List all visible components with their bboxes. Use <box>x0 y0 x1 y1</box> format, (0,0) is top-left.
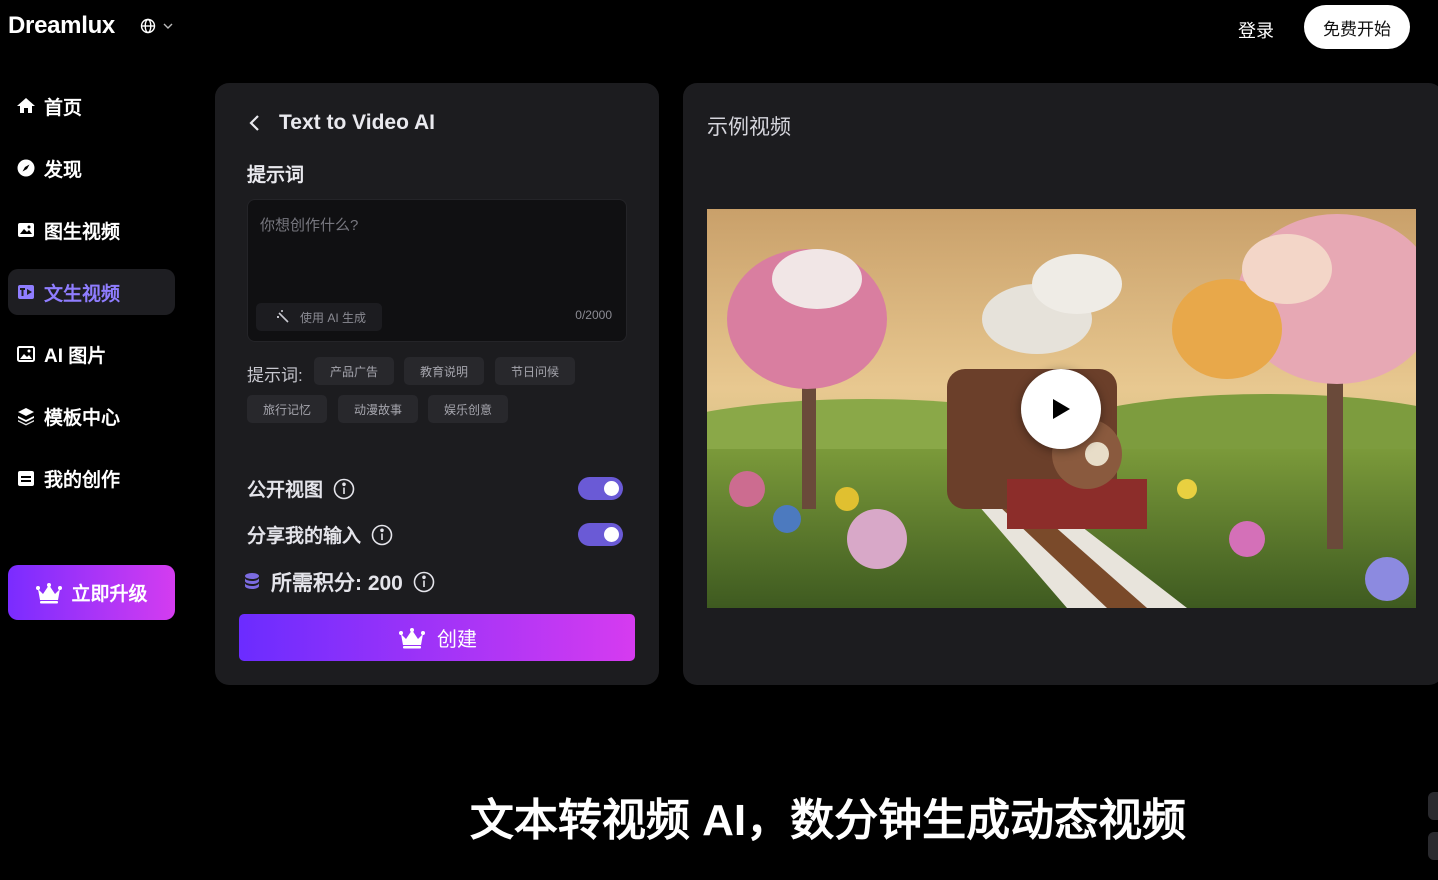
tag-chip[interactable]: 产品广告 <box>314 357 395 385</box>
text-to-video-form: Text to Video AI 提示词 使用 AI 生成 0/2000 提示词… <box>215 83 659 685</box>
example-video-title: 示例视频 <box>707 116 791 139</box>
tag-chip[interactable]: 娱乐创意 <box>428 395 509 423</box>
share-input-row: 分享我的输入 <box>247 521 393 548</box>
tag-chip[interactable]: 动漫故事 <box>338 395 419 423</box>
back-arrow-icon[interactable] <box>247 112 261 134</box>
sidebar-item-text-to-video[interactable]: 文生视频 <box>8 269 175 315</box>
example-video-panel: 示例视频 <box>683 83 1438 685</box>
sidebar-item-label: 首页 <box>44 97 83 119</box>
sidebar-item-label: 图生视频 <box>44 221 121 243</box>
prompt-label: 提示词 <box>247 165 305 186</box>
globe-icon <box>140 18 156 34</box>
credits-row: 所需积分: 200 <box>243 567 435 597</box>
sidebar-item-my-creations[interactable]: 我的创作 <box>8 455 175 501</box>
sidebar-item-home[interactable]: 首页 <box>8 83 175 129</box>
tag-chip[interactable]: 节日问候 <box>495 357 576 385</box>
upgrade-label: 立即升级 <box>71 584 148 605</box>
public-view-toggle[interactable] <box>578 477 623 500</box>
layers-icon <box>18 408 34 426</box>
public-view-label: 公开视图 <box>247 480 324 501</box>
share-input-toggle[interactable] <box>578 523 623 546</box>
sidebar-item-discover[interactable]: 发现 <box>8 145 175 191</box>
text-video-icon <box>18 285 34 299</box>
crown-icon <box>36 582 63 603</box>
home-icon <box>17 98 35 113</box>
ai-generate-button[interactable]: 使用 AI 生成 <box>256 303 383 331</box>
info-icon[interactable] <box>333 478 355 500</box>
chevron-down-icon <box>163 23 173 29</box>
sidebar-item-templates[interactable]: 模板中心 <box>8 393 175 439</box>
start-free-button[interactable]: 免费开始 <box>1304 5 1410 49</box>
share-input-label: 分享我的输入 <box>247 526 362 547</box>
prompt-input[interactable] <box>248 200 626 290</box>
logo[interactable]: Dreamlux <box>8 12 115 40</box>
form-header: Text to Video AI <box>247 111 435 135</box>
info-icon[interactable] <box>413 571 435 593</box>
sidebar-item-label: 模板中心 <box>44 407 121 429</box>
edge-indicator <box>1428 792 1438 820</box>
top-bar: Dreamlux 登录 免费开始 <box>0 0 1438 56</box>
sidebar-item-label: 我的创作 <box>44 469 121 491</box>
sidebar-item-label: AI 图片 <box>44 345 107 367</box>
play-icon <box>1053 399 1070 419</box>
upgrade-button[interactable]: 立即升级 <box>8 565 175 620</box>
sidebar-item-ai-image[interactable]: AI 图片 <box>8 331 175 377</box>
language-selector[interactable] <box>140 18 174 34</box>
tags-label: 提示词: <box>247 366 303 385</box>
info-icon[interactable] <box>371 524 393 546</box>
create-label: 创建 <box>437 629 477 651</box>
sidebar-item-label: 发现 <box>44 159 83 181</box>
coins-icon <box>245 573 259 589</box>
edge-indicator <box>1428 832 1438 860</box>
compass-icon <box>17 159 35 177</box>
public-view-row: 公开视图 <box>247 475 355 502</box>
folder-icon <box>18 471 34 486</box>
page-headline: 文本转视频 AI，数分钟生成动态视频 <box>469 796 1187 845</box>
image-video-icon <box>18 223 34 237</box>
image-icon <box>17 346 35 362</box>
tag-chip[interactable]: 教育说明 <box>404 357 485 385</box>
credits-label: 所需积分: 200 <box>271 572 403 595</box>
ai-generate-label: 使用 AI 生成 <box>300 310 367 325</box>
example-video[interactable] <box>707 209 1416 608</box>
create-button[interactable]: 创建 <box>239 614 635 661</box>
tag-chip[interactable]: 旅行记忆 <box>247 395 328 423</box>
login-link[interactable]: 登录 <box>1238 17 1274 43</box>
play-button[interactable] <box>1021 369 1101 449</box>
sidebar-item-image-to-video[interactable]: 图生视频 <box>8 207 175 253</box>
magic-wand-icon <box>277 310 289 323</box>
sidebar-item-label: 文生视频 <box>44 283 121 305</box>
crown-icon <box>399 627 425 648</box>
prompt-box: 使用 AI 生成 0/2000 <box>247 199 627 342</box>
form-title: Text to Video AI <box>279 111 435 134</box>
character-counter: 0/2000 <box>575 308 612 322</box>
